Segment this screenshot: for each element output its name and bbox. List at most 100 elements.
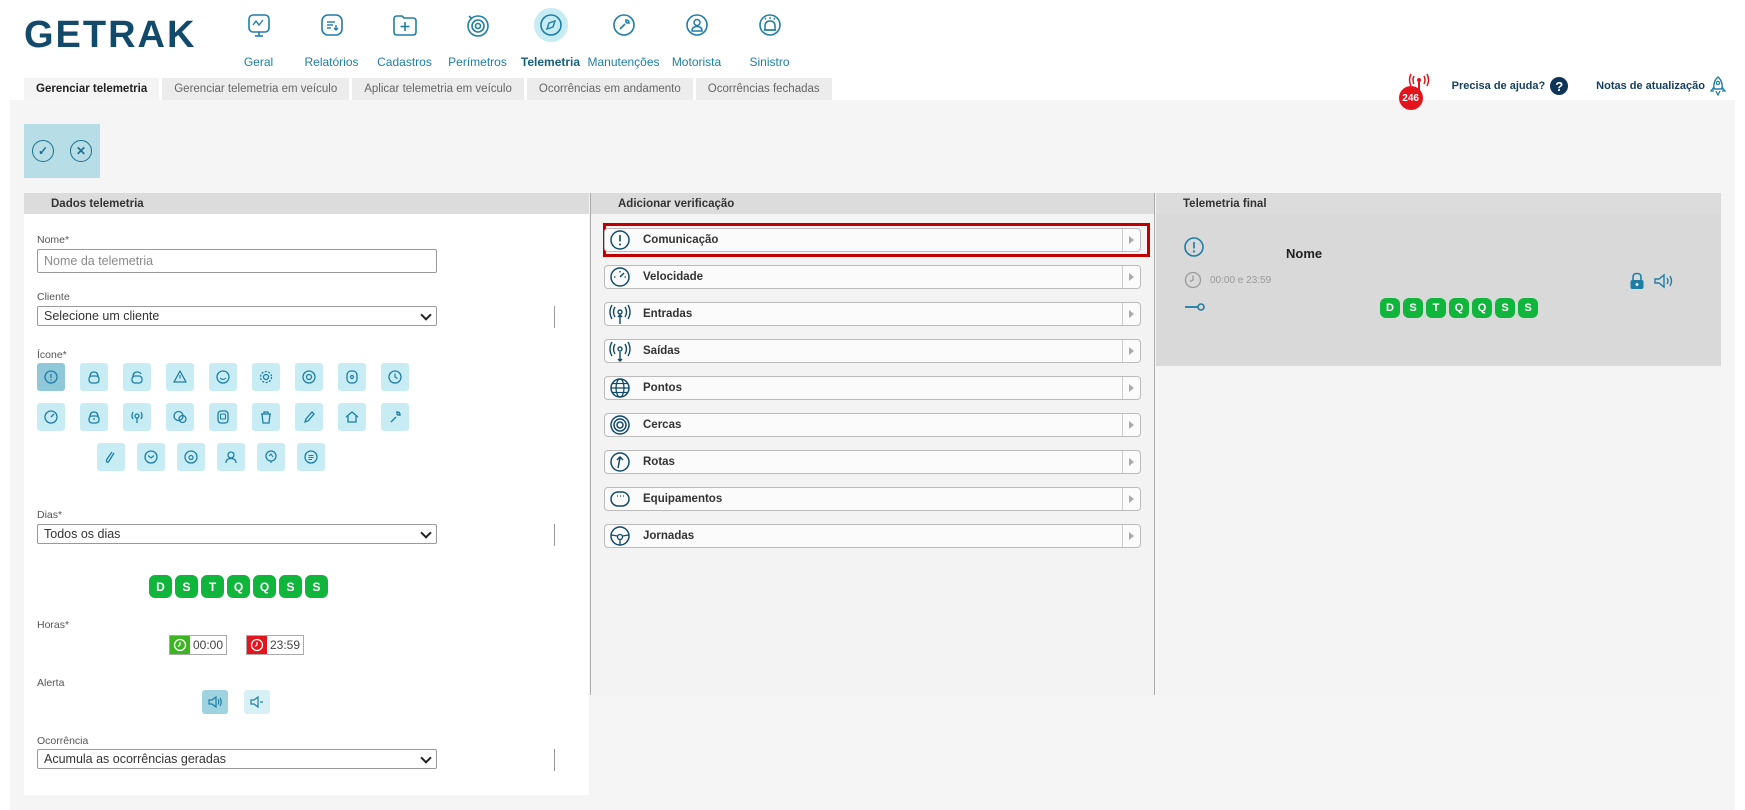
chevron-right-icon: [1122, 451, 1140, 473]
unlock-icon[interactable]: [123, 363, 151, 391]
lock-icon[interactable]: [80, 363, 108, 391]
signal-in-icon: [608, 302, 632, 326]
chevron-right-icon: [1122, 340, 1140, 362]
camera-icon[interactable]: [177, 443, 205, 471]
alert-circle-icon[interactable]: [37, 363, 65, 391]
divider: [554, 749, 555, 771]
monitor-icon: [242, 8, 276, 42]
clock-icon[interactable]: [381, 363, 409, 391]
day-toggle[interactable]: S: [175, 575, 198, 598]
verificacao-jornadas[interactable]: Jornadas: [604, 524, 1141, 548]
verificacao-comunicacao[interactable]: Comunicação: [604, 228, 1141, 252]
nav-label: Relatórios: [304, 55, 359, 69]
telemetry-name: Nome: [1286, 246, 1323, 261]
nav-geral[interactable]: Geral: [222, 8, 295, 74]
nav-sinistro[interactable]: Sinistro: [733, 8, 806, 74]
mail-icon[interactable]: [137, 443, 165, 471]
tab-ocorrencias-andamento[interactable]: Ocorrências em andamento: [526, 78, 693, 100]
main-nav: Geral Relatórios Cadastros Perímetros Te…: [222, 8, 806, 74]
nome-input[interactable]: Nome da telemetria: [37, 249, 437, 273]
nav-label: Geral: [243, 55, 274, 69]
end-time-input[interactable]: 23:59: [246, 635, 305, 655]
day-badge: S: [1495, 298, 1515, 318]
end-time-value: 23:59: [270, 638, 301, 652]
verificacao-label: Velocidade: [643, 271, 704, 283]
nav-telemetria[interactable]: Telemetria: [514, 8, 587, 74]
verificacao-cercas[interactable]: Cercas: [604, 413, 1141, 437]
list-icon[interactable]: [297, 443, 325, 471]
cancel-button[interactable]: ✕: [70, 140, 92, 162]
tab-gerenciar-telemetria[interactable]: Gerenciar telemetria: [24, 78, 160, 100]
nav-motorista[interactable]: Motorista: [660, 8, 733, 74]
ocorrencia-select[interactable]: Acumula as ocorrências geradas: [37, 749, 437, 769]
speedometer-icon[interactable]: [37, 403, 65, 431]
day-toggle[interactable]: S: [279, 575, 302, 598]
tab-gerenciar-telemetria-veiculo[interactable]: Gerenciar telemetria em veículo: [162, 78, 350, 100]
chevron-right-icon: [1122, 414, 1140, 436]
tab-aplicar-telemetria-veiculo[interactable]: Aplicar telemetria em veículo: [352, 78, 524, 100]
report-icon: [315, 8, 349, 42]
subtabs: Gerenciar telemetria Gerenciar telemetri…: [24, 78, 832, 100]
rocket-icon: [1710, 76, 1726, 96]
chat-icon[interactable]: [166, 403, 194, 431]
gear-icon[interactable]: [252, 363, 280, 391]
driver-icon[interactable]: [217, 443, 245, 471]
day-badge: Q: [1449, 298, 1469, 318]
sound-off-button[interactable]: [244, 690, 270, 714]
chevron-down-icon: [420, 309, 432, 321]
day-toggle[interactable]: D: [149, 575, 172, 598]
verificacao-equipamentos[interactable]: Equipamentos: [604, 487, 1141, 511]
eye-icon[interactable]: [295, 363, 323, 391]
verificacao-label: Rotas: [643, 456, 675, 468]
day-toggle[interactable]: Q: [253, 575, 276, 598]
nav-label: Perímetros: [448, 55, 507, 69]
nav-manutencoes[interactable]: Manutenções: [587, 8, 660, 74]
horas-label: Horas*: [37, 619, 70, 631]
release-notes-button[interactable]: Notas de atualização: [1587, 72, 1735, 100]
lock-alert-icon[interactable]: [80, 403, 108, 431]
dias-select[interactable]: Todos os dias: [37, 524, 437, 544]
monitor-icon[interactable]: [257, 443, 285, 471]
nav-cadastros[interactable]: Cadastros: [368, 8, 441, 74]
signal-icon[interactable]: [123, 403, 151, 431]
day-toggle[interactable]: Q: [227, 575, 250, 598]
face-icon[interactable]: [209, 363, 237, 391]
help-button[interactable]: Precisa de ajuda? ?: [1442, 72, 1578, 100]
paperclip-icon[interactable]: [97, 443, 125, 471]
compass-icon: [533, 8, 568, 42]
verificacao-velocidade[interactable]: Velocidade: [604, 265, 1141, 289]
trash-icon[interactable]: [252, 403, 280, 431]
nav-perimetros[interactable]: Perímetros: [441, 8, 514, 74]
confirm-button[interactable]: ✓: [32, 140, 54, 162]
home-icon[interactable]: [338, 403, 366, 431]
divider: [554, 306, 555, 328]
start-time-input[interactable]: 00:00: [169, 635, 228, 655]
sound-on-button[interactable]: [202, 690, 228, 714]
verificacao-pontos[interactable]: Pontos: [604, 376, 1141, 400]
cliente-select[interactable]: Selecione um cliente: [37, 306, 437, 326]
day-toggle[interactable]: T: [201, 575, 224, 598]
verificacao-saidas[interactable]: Saídas: [604, 339, 1141, 363]
padlock-box-icon[interactable]: [338, 363, 366, 391]
release-notes-label: Notas de atualização: [1596, 80, 1705, 92]
signal-out-icon: [608, 339, 632, 363]
verificacao-label: Jornadas: [643, 530, 695, 542]
telemetry-preview-card: Nome 00:00 e 23:59 D S T Q Q S S: [1156, 214, 1721, 366]
help-label: Precisa de ajuda?: [1451, 80, 1546, 92]
notifications-button[interactable]: 246: [1398, 72, 1433, 110]
phone-box-icon[interactable]: [209, 403, 237, 431]
wrench-icon[interactable]: [381, 403, 409, 431]
tab-ocorrencias-fechadas[interactable]: Ocorrências fechadas: [695, 78, 832, 100]
day-toggle[interactable]: S: [305, 575, 328, 598]
nav-label: Manutenções: [587, 55, 660, 69]
exclamation-icon: [608, 228, 632, 252]
globe-icon: [608, 376, 632, 400]
warning-icon[interactable]: [166, 363, 194, 391]
pencil-icon[interactable]: [295, 403, 323, 431]
verificacao-rotas[interactable]: Rotas: [604, 450, 1141, 474]
nome-label: Nome*: [37, 234, 70, 246]
panel-adicionar-verificacao: Adicionar verificação Comunicação Veloci…: [590, 193, 1155, 695]
verificacao-entradas[interactable]: Entradas: [604, 302, 1141, 326]
days-of-week: D S T Q Q S S: [149, 575, 328, 598]
nav-relatorios[interactable]: Relatórios: [295, 8, 368, 74]
